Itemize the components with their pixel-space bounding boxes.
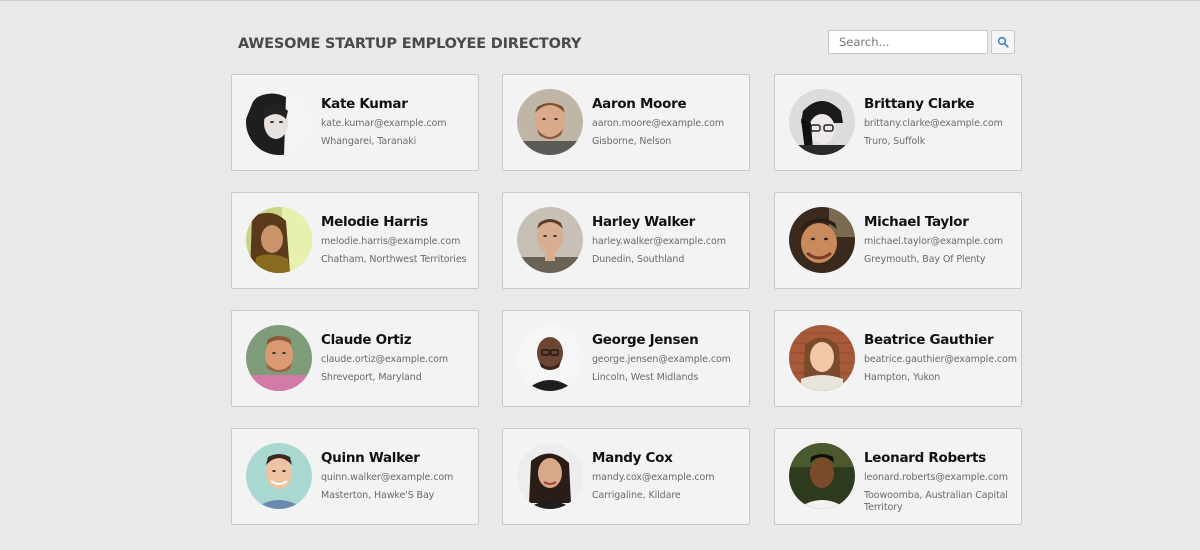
employee-card[interactable]: Melodie Harris melodie.harris@example.co… [231, 192, 479, 289]
employee-photo [517, 89, 583, 155]
employee-directory-page: AWESOME STARTUP EMPLOYEE DIRECTORY Kate … [0, 0, 1200, 550]
employee-location: Carrigaline, Kildare [592, 490, 681, 501]
employee-name: Beatrice Gauthier [864, 332, 994, 348]
employee-name: Melodie Harris [321, 214, 428, 230]
employee-photo [789, 325, 855, 391]
employee-photo [789, 89, 855, 155]
employee-card[interactable]: Leonard Roberts leonard.roberts@example.… [774, 428, 1022, 525]
employee-name: Mandy Cox [592, 450, 673, 466]
employee-location: Lincoln, West Midlands [592, 372, 699, 383]
employee-email: leonard.roberts@example.com [864, 472, 1008, 483]
employee-name: Aaron Moore [592, 96, 687, 112]
employee-card[interactable]: Aaron Moore aaron.moore@example.com Gisb… [502, 74, 750, 171]
employee-photo [789, 207, 855, 273]
employee-photo [789, 443, 855, 509]
employee-email: claude.ortiz@example.com [321, 354, 448, 365]
employee-name: George Jensen [592, 332, 699, 348]
employee-location: Whangarei, Taranaki [321, 136, 417, 147]
employee-email: beatrice.gauthier@example.com [864, 354, 1017, 365]
employee-email: mandy.cox@example.com [592, 472, 715, 483]
employee-location: Chatham, Northwest Territories [321, 254, 467, 265]
employee-card[interactable]: Kate Kumar kate.kumar@example.com Whanga… [231, 74, 479, 171]
search-input[interactable] [828, 30, 988, 54]
employee-location: Hampton, Yukon [864, 372, 941, 383]
employee-name: Michael Taylor [864, 214, 969, 230]
employee-email: harley.walker@example.com [592, 236, 726, 247]
employee-card[interactable]: George Jensen george.jensen@example.com … [502, 310, 750, 407]
employee-email: michael.taylor@example.com [864, 236, 1004, 247]
search-button[interactable] [991, 30, 1015, 54]
employee-name: Claude Ortiz [321, 332, 412, 348]
employee-location: Masterton, Hawke'S Bay [321, 490, 435, 501]
employee-email: brittany.clarke@example.com [864, 118, 1003, 129]
employee-location: Dunedin, Southland [592, 254, 685, 265]
employee-email: melodie.harris@example.com [321, 236, 461, 247]
employee-card[interactable]: Brittany Clarke brittany.clarke@example.… [774, 74, 1022, 171]
employee-email: george.jensen@example.com [592, 354, 731, 365]
employee-location: Truro, Suffolk [864, 136, 926, 147]
employee-card[interactable]: Michael Taylor michael.taylor@example.co… [774, 192, 1022, 289]
employee-photo [246, 89, 312, 155]
employee-name: Kate Kumar [321, 96, 408, 112]
employee-name: Brittany Clarke [864, 96, 975, 112]
employee-name: Harley Walker [592, 214, 696, 230]
employee-photo [246, 443, 312, 509]
employee-photo [517, 443, 583, 509]
employee-photo [517, 207, 583, 273]
employee-card[interactable]: Harley Walker harley.walker@example.com … [502, 192, 750, 289]
employee-location: Greymouth, Bay Of Plenty [864, 254, 986, 265]
employee-card[interactable]: Claude Ortiz claude.ortiz@example.com Sh… [231, 310, 479, 407]
employee-email: quinn.walker@example.com [321, 472, 454, 483]
employee-email: aaron.moore@example.com [592, 118, 725, 129]
employee-photo [517, 325, 583, 391]
employee-name: Leonard Roberts [864, 450, 986, 466]
employee-email: kate.kumar@example.com [321, 118, 447, 129]
employee-card[interactable]: Beatrice Gauthier beatrice.gauthier@exam… [774, 310, 1022, 407]
page-title: AWESOME STARTUP EMPLOYEE DIRECTORY [238, 36, 582, 52]
employee-location: Gisborne, Nelson [592, 136, 672, 147]
employee-photo [246, 207, 312, 273]
employee-location: Toowoomba, Australian Capital Territory [864, 490, 1008, 513]
search-icon [997, 33, 1009, 52]
employee-photo [246, 325, 312, 391]
employee-name: Quinn Walker [321, 450, 420, 466]
employee-card[interactable]: Mandy Cox mandy.cox@example.com Carrigal… [502, 428, 750, 525]
employee-location: Shreveport, Maryland [321, 372, 422, 383]
employee-card[interactable]: Quinn Walker quinn.walker@example.com Ma… [231, 428, 479, 525]
